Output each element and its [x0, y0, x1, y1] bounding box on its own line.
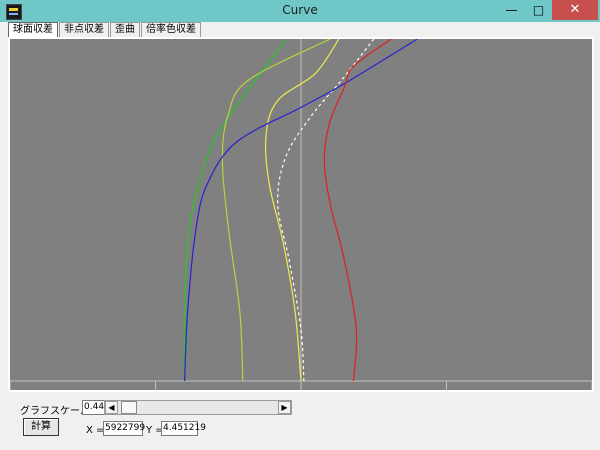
- minimize-button[interactable]: —: [498, 0, 525, 20]
- x-value-field[interactable]: 5922799: [103, 421, 145, 436]
- series-line-3: [277, 39, 375, 382]
- x-label: X =: [86, 425, 105, 436]
- series-line-5: [323, 39, 392, 382]
- title-bar: Curve — □ ✕: [0, 0, 600, 22]
- tab-spherical-aberration[interactable]: 球面収差: [8, 22, 58, 37]
- close-button[interactable]: ✕: [552, 0, 598, 20]
- scroll-left-icon[interactable]: ◀: [105, 401, 118, 414]
- graph-scale-value[interactable]: 0.44: [82, 400, 105, 415]
- series-line-2: [264, 39, 340, 382]
- aberration-plot: [10, 39, 592, 390]
- maximize-button[interactable]: □: [525, 0, 552, 20]
- tab-astigmatism[interactable]: 非点収差: [59, 22, 109, 37]
- plot-panel: [8, 37, 594, 392]
- series-line-1: [221, 39, 331, 382]
- scroll-thumb[interactable]: [121, 401, 137, 414]
- y-value-field[interactable]: 4.451219: [161, 421, 206, 436]
- tab-distortion[interactable]: 歪曲: [110, 22, 140, 37]
- calculate-button[interactable]: 計算: [23, 418, 59, 436]
- aberration-chart: [10, 39, 592, 390]
- scroll-right-icon[interactable]: ▶: [278, 401, 291, 414]
- graph-scale-scrollbar[interactable]: ◀ ▶: [104, 400, 292, 415]
- tab-lateral-color[interactable]: 倍率色収差: [141, 22, 201, 37]
- tab-strip: 球面収差 非点収差 歪曲 倍率色収差: [8, 22, 202, 37]
